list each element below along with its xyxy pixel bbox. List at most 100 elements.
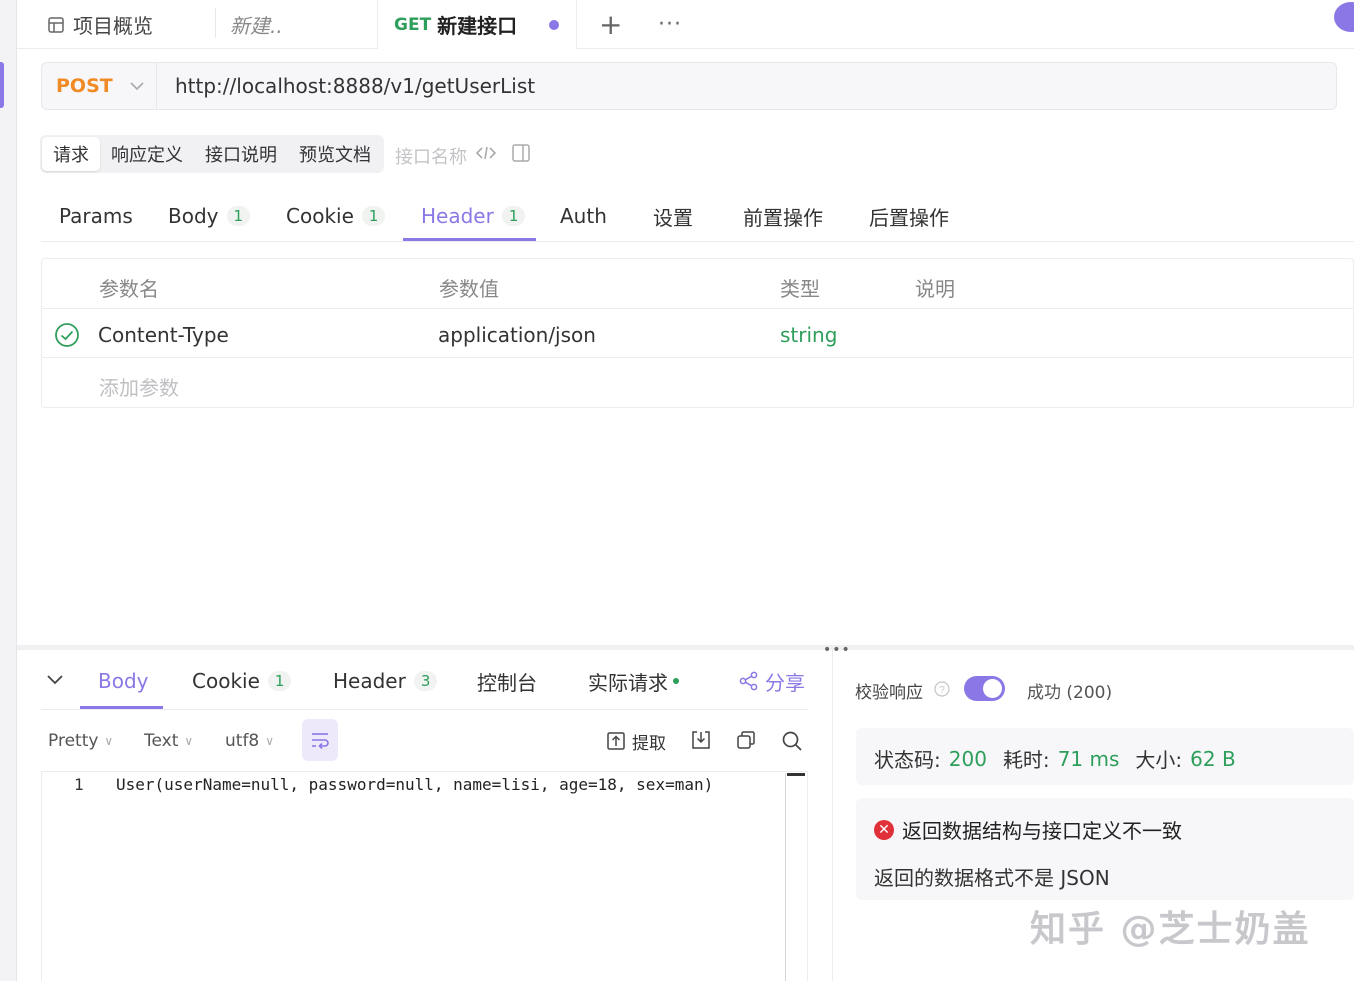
method-select[interactable]: POST: [42, 63, 157, 109]
plus-icon: +: [599, 8, 623, 41]
row-divider: [42, 308, 1354, 309]
resize-grip-icon[interactable]: •••: [823, 642, 851, 658]
tab-project-overview[interactable]: 项目概览: [47, 0, 153, 49]
tab-pre-actions[interactable]: 前置操作: [743, 196, 823, 236]
segment-api-doc[interactable]: 接口说明: [194, 137, 288, 171]
tab-post-actions[interactable]: 后置操作: [869, 196, 949, 236]
tab-divider: [215, 8, 216, 38]
format-value: Pretty: [48, 731, 99, 751]
avatar[interactable]: [1334, 2, 1354, 32]
share-icon: [739, 671, 758, 691]
extract-button[interactable]: 提取: [606, 728, 666, 754]
tab-baseline: [41, 241, 1354, 242]
type-select[interactable]: Text ∨: [144, 728, 193, 754]
param-value[interactable]: application/json: [438, 323, 596, 347]
format-select[interactable]: Pretty ∨: [48, 728, 113, 754]
count-badge: 1: [226, 206, 251, 226]
encoding-select[interactable]: utf8 ∨: [225, 728, 274, 754]
column-header-desc: 说明: [915, 277, 955, 301]
share-button[interactable]: 分享: [739, 662, 805, 700]
status-code-label: 状态码:: [874, 748, 941, 772]
tab-label: 新建..: [230, 14, 283, 38]
tab-cookie[interactable]: Cookie 1: [286, 196, 386, 236]
header-params-table: 参数名 参数值 类型 说明 Content-Type application/j…: [41, 258, 1354, 408]
check-circle-icon[interactable]: [54, 322, 80, 348]
minimap-thumb[interactable]: [787, 773, 805, 795]
tab-auth[interactable]: Auth: [560, 196, 607, 236]
api-name-hint[interactable]: 接口名称: [395, 143, 467, 169]
tab-body[interactable]: Body 1: [168, 196, 251, 236]
response-tab-baseline: [41, 709, 808, 710]
editor-scrollbar[interactable]: [785, 773, 786, 981]
column-header-value: 参数值: [439, 277, 499, 301]
extract-label: 提取: [632, 733, 666, 754]
collapse-chevron-icon[interactable]: [46, 673, 64, 687]
share-label: 分享: [765, 670, 805, 695]
chevron-down-icon: ∨: [104, 734, 114, 748]
layout-icon: [48, 16, 64, 33]
copy-icon[interactable]: [736, 730, 756, 750]
tab-header[interactable]: Header 1: [421, 196, 526, 236]
tab-label: Auth: [560, 204, 607, 228]
segment-preview-doc[interactable]: 预览文档: [288, 137, 382, 171]
status-code-value: 200: [948, 746, 987, 771]
vertical-divider: [832, 650, 833, 981]
response-active-indicator: [80, 706, 163, 709]
tab-label: 后置操作: [869, 205, 949, 230]
error-title: 返回数据结构与接口定义不一致: [902, 819, 1182, 843]
tab-label: 实际请求: [588, 670, 668, 695]
count-badge: 3: [413, 671, 438, 691]
tab-label: 控制台: [477, 670, 537, 695]
time-label: 耗时:: [1002, 748, 1050, 772]
more-tabs-button[interactable]: ···: [658, 0, 682, 49]
validate-toggle[interactable]: [964, 676, 1005, 701]
response-tab-body[interactable]: Body: [98, 662, 149, 700]
unsaved-dot-icon: [549, 19, 560, 30]
tab-label: Body: [168, 204, 219, 228]
time-value: 71 ms: [1057, 746, 1120, 771]
tab-label: Body: [98, 669, 149, 693]
param-type[interactable]: string: [780, 323, 837, 347]
chevron-down-icon: [130, 82, 144, 91]
param-name[interactable]: Content-Type: [98, 323, 229, 347]
row-divider: [42, 357, 1354, 358]
size-value: 62 B: [1190, 746, 1236, 771]
method-label: POST: [56, 75, 113, 97]
count-badge: 1: [267, 671, 292, 691]
wrap-lines-button[interactable]: [302, 719, 338, 761]
validate-status[interactable]: 成功 (200): [1027, 678, 1112, 703]
gutter-indicator: [0, 62, 4, 108]
error-detail: 返回的数据格式不是 JSON: [874, 866, 1110, 890]
count-badge: 1: [501, 206, 526, 226]
tab-label: Cookie: [286, 204, 354, 228]
left-gutter: [0, 0, 17, 981]
tab-new-api[interactable]: GET 新建接口: [377, 0, 577, 49]
help-icon[interactable]: ?: [934, 681, 950, 697]
wrap-icon: [312, 733, 329, 749]
response-tab-actual-request[interactable]: 实际请求: [588, 662, 679, 700]
code-line[interactable]: User(userName=null, password=null, name=…: [116, 775, 713, 794]
response-tab-console[interactable]: 控制台: [477, 662, 537, 700]
add-param-input[interactable]: 添加参数: [99, 372, 179, 401]
response-tab-cookie[interactable]: Cookie 1: [192, 662, 292, 700]
response-body-editor[interactable]: [41, 771, 808, 981]
split-divider[interactable]: [17, 645, 1354, 650]
tab-label: 设置: [653, 205, 693, 230]
watermark: 知乎 @芝士奶盖: [1030, 909, 1311, 950]
chevron-down-icon: ∨: [265, 734, 275, 748]
download-icon[interactable]: [691, 730, 711, 750]
encoding-value: utf8: [225, 731, 260, 751]
response-tab-header[interactable]: Header 3: [333, 662, 438, 700]
url-input[interactable]: http://localhost:8888/v1/getUserList: [157, 74, 535, 98]
new-tab-button[interactable]: +: [599, 0, 622, 49]
tab-settings[interactable]: 设置: [653, 196, 693, 236]
tab-new-draft[interactable]: 新建..: [230, 0, 283, 49]
size-label: 大小:: [1135, 748, 1183, 772]
tab-params[interactable]: Params: [59, 196, 133, 236]
search-icon[interactable]: [781, 730, 803, 752]
segment-response-def[interactable]: 响应定义: [100, 137, 194, 171]
code-icon[interactable]: [476, 145, 496, 161]
segment-request[interactable]: 请求: [42, 137, 100, 171]
active-tab-indicator: [403, 238, 536, 241]
panel-toggle-icon[interactable]: [512, 144, 530, 162]
